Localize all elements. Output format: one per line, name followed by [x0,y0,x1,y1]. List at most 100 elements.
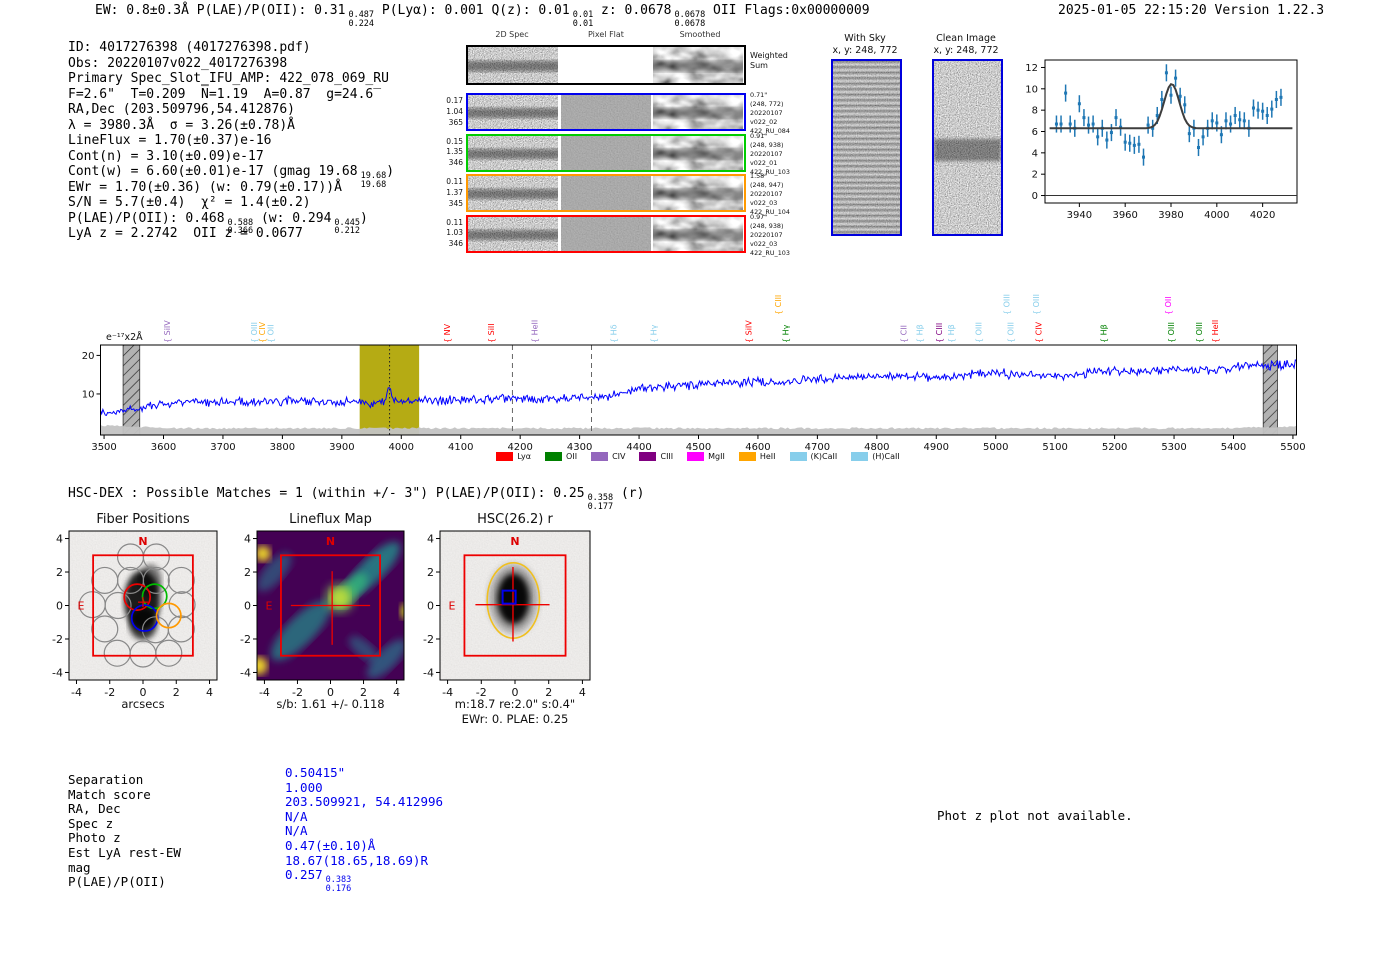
legend-swatch [639,452,657,461]
stacked-fraction: 0.01 0.01 [572,10,594,29]
emission-line-label: { Hβ [1099,324,1108,343]
linefit-ytick: 4 [1032,148,1038,159]
masked-region-band [1262,344,1278,436]
sky-noise-overlay [833,61,900,234]
panel-ytick: -4 [423,666,434,679]
spec2d-row-right-labels: 1.58" (248, 947) 20220107 v022_03 422_RU_104 [750,172,790,217]
fiber-xlabel: arcsecs [121,697,165,711]
header-summary: EW: 0.8±0.3Å P(LAE)/P(OII): 0.31 0.487 0.2… [95,3,870,29]
stacked-fraction: 0.487 0.224 [348,10,375,29]
info-line-9: EWr = 1.70(±0.36) (w: 0.79(±0.17))Å [68,179,342,195]
info-line-6: LineFlux = 1.70(±0.37)e-16 [68,133,272,148]
pixel-flat-cell [560,47,652,83]
emission-line-label: { HeII [1211,320,1220,343]
elixer-report-page: EW: 0.8±0.3Å P(LAE)/P(OII): 0.31 0.487 0.2… [0,0,1400,953]
east-label: E [266,600,273,613]
info-line-7: Cont(n) = 3.10(±0.09)e-17 [68,148,264,164]
clean-dark-band [934,138,1001,162]
legend-swatch [738,452,756,461]
spec2d-row-left-labels: 0.15 1.35 346 [446,136,463,168]
legend-item: HeII [738,452,776,461]
match-row-label: P(LAE)/P(OII) [68,874,166,890]
panel-ytick: -4 [52,666,63,679]
linefit-ytick: 10 [1025,84,1038,95]
stacked-fraction: 0.358 0.177 [587,493,614,512]
linefit-ytick: 0 [1032,191,1038,202]
legend-item: MgII [687,452,725,461]
emission-line-label: { OIII [1002,294,1011,315]
panel-ytick: 4 [427,533,434,546]
spec2d-cell [653,95,745,129]
spec2d-row-right-labels: 0.97" (248, 938) 20220107 v022_03 422_RU_103 [750,212,790,257]
spec2d-cell [653,216,745,251]
error-spectrum-fill [100,424,1297,435]
lineflux-panel-content [257,531,404,680]
legend-label: HeII [759,452,776,461]
linefit-xtick: 3960 [1112,210,1137,221]
panel-ytick: -4 [240,666,251,679]
legend-swatch [789,452,807,461]
emission-line-label: { CII [900,325,909,343]
emission-line-label: { OIII [1007,322,1016,343]
header-datetime: 2025-01-05 22:15:20 Version 1.22.3 [1058,3,1325,18]
emission-line-label: { Hγ [649,324,658,343]
legend-swatch [496,452,514,461]
full-spectrum-plot: 10203500 3600 3700 3800 3900 4000 4100 4200 4300… [82,294,1306,453]
hsc-image-panel: NE-4-4-2-2002244 [423,530,591,699]
legend-swatch [687,452,705,461]
emission-line-label: { OIII [1167,322,1176,343]
panel-ytick: -2 [423,633,434,646]
linefit-frame [1044,59,1298,204]
match-row-label: Match score [68,786,151,802]
north-label: N [510,535,519,548]
emission-line-label: { CIV [1035,321,1044,343]
emission-line-label: { OII [1164,296,1173,315]
emission-line-label: { Hβ [916,324,925,343]
spec2d-row [466,133,746,172]
stacked-fraction: 0.383 0.176 [325,875,352,894]
match-row-value: N/A [285,808,308,824]
spec2d-row [466,93,746,131]
spec2d-row [466,214,746,253]
spec2d-cell [468,135,559,170]
panel-ytick: 4 [56,533,63,546]
spectrum-line [100,359,1297,416]
info-line-5: λ = 3980.3Å σ = 3.26(±0.78)Å [68,117,295,133]
legend-label: CIV [612,452,626,461]
panel-ytick: 0 [56,600,63,613]
east-label: E [449,600,456,613]
photz-note: Phot z plot not available. [937,808,1133,823]
legend-label: (H)CaII [872,452,900,461]
panel-ytick: 4 [244,533,251,546]
legend-item: OII [545,452,577,461]
linefit-xtick: 4020 [1250,210,1275,221]
match-row-label: Photo z [68,830,121,846]
emission-line-label: { NV [443,323,452,343]
emission-line-label: { SiIV [744,320,753,343]
panel-ytick: 2 [427,566,434,579]
col-header-pixelflat: Pixel Flat [588,30,624,39]
emission-line-label: { SiII [487,323,496,343]
panel-ytick: -2 [240,633,251,646]
fiber-positions-panel: NE-4-4-2-2002244 [52,530,218,699]
weighted-sum-label: Weighted Sum [750,51,788,70]
legend-label: Lyα [517,452,532,461]
spec2d-row-right-labels: 0.91" (248, 938) 20220107 v022_01 422_RU_103 [750,131,790,176]
spec2d-cell [560,176,652,210]
spectrum-frame [100,344,1297,436]
linefit-xtick: 3980 [1158,210,1183,221]
north-label: N [138,535,147,548]
spectrum-ytick: 20 [82,351,95,362]
hsc-panel-content [440,531,590,680]
legend-swatch [545,452,563,461]
fiber-panel-content [69,531,217,680]
weighted-sum-row [466,45,746,85]
legend-item: (K)CaII [789,452,837,461]
spec2d-cell [468,176,559,210]
emission-line-label: { Hγ [781,324,790,343]
match-row-label: mag [68,859,91,875]
with-sky-title: With Sky x, y: 248, 772 [832,33,898,57]
spectrum-legend: Lyα OII CIV CIII MgII HeII (K)CaII (H)CaII [100,446,1296,465]
spec2d-cell [468,95,559,129]
stacked-fraction: 19.68 19.68 [360,171,387,190]
